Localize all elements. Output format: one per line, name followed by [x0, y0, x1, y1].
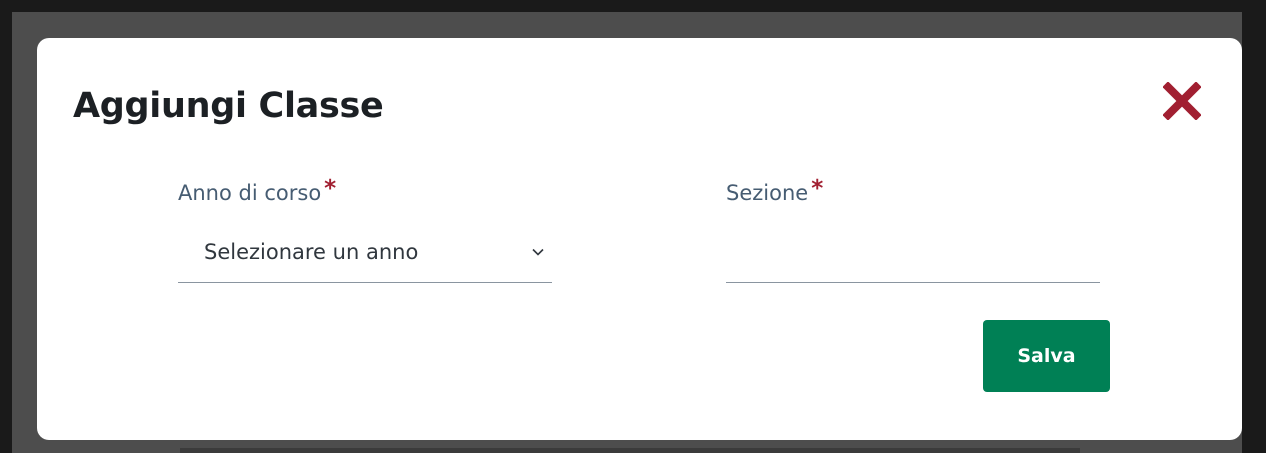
dialog-title: Aggiungi Classe	[73, 86, 384, 126]
required-marker: *	[324, 176, 337, 202]
close-icon	[1163, 82, 1201, 120]
add-class-dialog: Aggiungi Classe Anno di corso * Seleziona…	[37, 38, 1242, 440]
section-field-label: Sezione *	[726, 176, 1100, 208]
section-field: Sezione *	[726, 176, 1100, 283]
section-input[interactable]	[726, 228, 1100, 283]
close-button[interactable]	[1163, 82, 1201, 120]
save-button[interactable]: Salva	[983, 320, 1110, 392]
year-field: Anno di corso * Selezionare un anno	[178, 176, 552, 283]
required-marker: *	[811, 176, 824, 202]
chevron-down-icon	[532, 248, 544, 256]
year-select-value: Selezionare un anno	[204, 240, 419, 264]
year-field-label: Anno di corso *	[178, 176, 552, 208]
section-label-text: Sezione	[726, 181, 809, 205]
background-page-edge	[180, 448, 1080, 453]
year-select[interactable]: Selezionare un anno	[178, 228, 552, 283]
year-label-text: Anno di corso	[178, 181, 322, 205]
